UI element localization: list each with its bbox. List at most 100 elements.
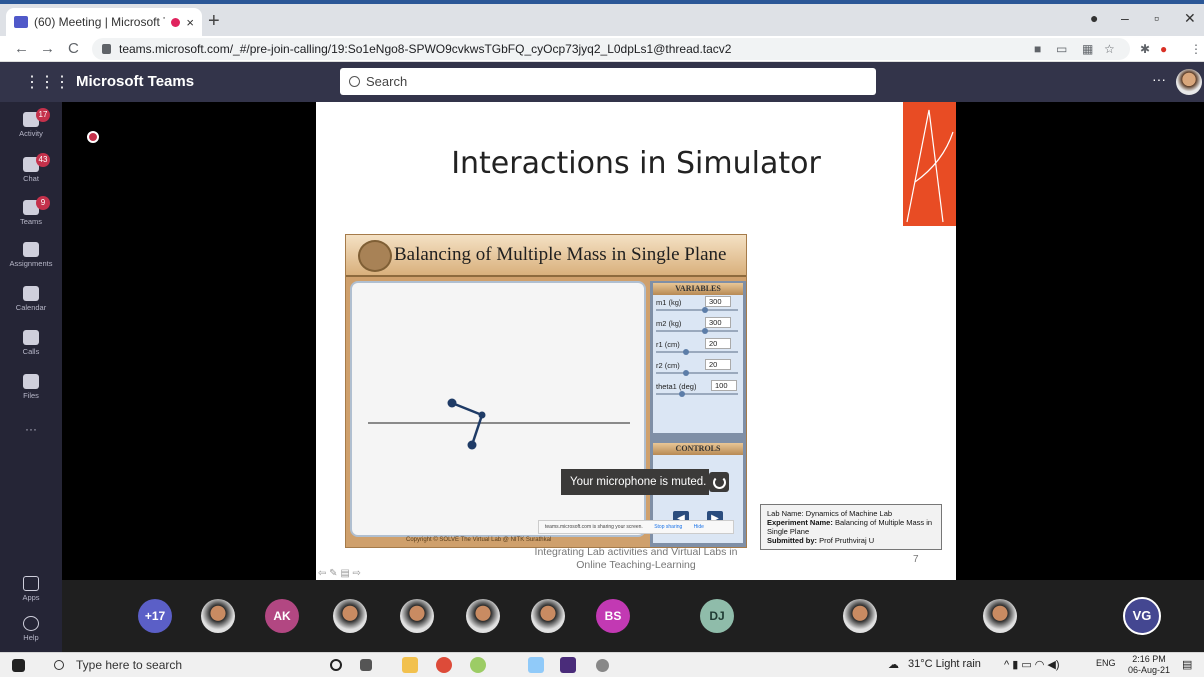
simulator-header: Balancing of Multiple Mass in Single Pla… xyxy=(346,235,746,277)
rail-item-teams[interactable]: 9 Teams xyxy=(0,196,62,226)
rail-label: Calls xyxy=(22,347,40,356)
self-avatar[interactable]: VG xyxy=(1123,597,1161,635)
rail-more-button[interactable]: ··· xyxy=(0,422,62,436)
slider-knob[interactable] xyxy=(701,328,708,334)
forward-button[interactable]: → xyxy=(40,40,55,57)
variables-header: VARIABLES xyxy=(653,283,743,295)
rail-item-chat[interactable]: 43 Chat xyxy=(0,153,62,183)
variable-value-field[interactable]: 300 xyxy=(705,317,731,328)
rail-item-assignments[interactable]: Assignments xyxy=(0,242,62,268)
participant-avatar[interactable] xyxy=(201,599,235,633)
camera-icon[interactable]: ■ xyxy=(1034,42,1041,56)
lab-name: Dynamics of Machine Lab xyxy=(805,509,893,518)
search-input[interactable]: Search xyxy=(340,68,876,95)
rail-label: Apps xyxy=(22,593,40,602)
rail-label: Files xyxy=(23,391,39,400)
premiere-icon[interactable] xyxy=(560,657,576,673)
close-window-button[interactable]: ✕ xyxy=(1184,10,1196,27)
cast-icon[interactable]: ▭ xyxy=(1056,42,1067,56)
participant-avatar[interactable] xyxy=(333,599,367,633)
back-button[interactable]: ← xyxy=(14,40,29,57)
clock[interactable]: 2:16 PM 06-Aug-21 xyxy=(1124,654,1174,676)
hide-button[interactable]: Hide xyxy=(694,524,704,530)
variable-value-field[interactable]: 300 xyxy=(705,296,731,307)
url-field[interactable]: teams.microsoft.com/_#/pre-join-calling/… xyxy=(92,38,1130,60)
minimize-button[interactable]: – xyxy=(1121,10,1129,26)
variable-value-field[interactable]: 20 xyxy=(705,338,731,349)
app-icon[interactable] xyxy=(470,657,486,673)
slider-knob[interactable] xyxy=(701,307,708,313)
participant-avatar-initials[interactable]: AK xyxy=(265,599,299,633)
rail-label: Calendar xyxy=(15,303,47,312)
tab-close-button[interactable]: × xyxy=(186,15,194,30)
bookmark-star-icon[interactable]: ☆ xyxy=(1104,42,1115,56)
app-icon[interactable] xyxy=(528,657,544,673)
participant-avatar[interactable] xyxy=(531,599,565,633)
profile-avatar-icon[interactable]: ● xyxy=(1160,42,1167,56)
rail-item-activity[interactable]: 17 Activity xyxy=(0,108,62,138)
settings-gear-icon[interactable] xyxy=(596,659,609,672)
slider-knob[interactable] xyxy=(678,391,685,397)
variable-slider[interactable] xyxy=(656,393,738,395)
browser-tab-strip: (60) Meeting | Microsoft Tea × + ● – ▫ ✕ xyxy=(0,0,1204,36)
menu-kebab-icon[interactable]: ⋮ xyxy=(1190,42,1202,56)
recording-indicator-icon xyxy=(171,17,181,27)
search-icon xyxy=(54,660,64,670)
more-options-button[interactable]: ··· xyxy=(1152,71,1166,87)
extensions-puzzle-icon[interactable]: ✱ xyxy=(1140,42,1150,56)
rail-item-calendar[interactable]: Calendar xyxy=(0,286,62,312)
rail-item-apps[interactable]: Apps xyxy=(0,576,62,602)
app-launcher-icon[interactable]: ⋮⋮⋮ xyxy=(24,72,70,92)
tray-icons[interactable]: ^ ▮ ▭ ◠ ◀) xyxy=(1004,658,1060,671)
reload-button[interactable]: C xyxy=(68,40,79,57)
overflow-participants-button[interactable]: +17 xyxy=(138,599,172,633)
weather-icon: ☁ xyxy=(888,659,899,671)
slider-knob[interactable] xyxy=(682,370,689,376)
participant-avatar[interactable] xyxy=(983,599,1017,633)
extension-grid-icon[interactable]: ▦ xyxy=(1082,42,1093,56)
unmute-button[interactable] xyxy=(709,472,729,492)
notification-center-icon[interactable]: ▤ xyxy=(1182,658,1192,671)
participant-avatar[interactable] xyxy=(400,599,434,633)
participant-avatar-initials[interactable]: DJ xyxy=(700,599,734,633)
user-avatar[interactable] xyxy=(1176,69,1202,95)
calendar-icon xyxy=(23,286,39,301)
variable-slider[interactable] xyxy=(656,330,738,332)
variable-value-field[interactable]: 20 xyxy=(705,359,731,370)
restore-button[interactable]: ▫ xyxy=(1154,10,1159,26)
slide-footer-line: Online Teaching-Learning xyxy=(576,559,696,571)
participant-avatar[interactable] xyxy=(843,599,877,633)
variable-value-field[interactable]: 100 xyxy=(711,380,737,391)
lab-info-box: Lab Name: Dynamics of Machine Lab Experi… xyxy=(760,504,942,550)
task-view-icon[interactable] xyxy=(360,659,372,671)
chat-badge: 43 xyxy=(36,153,50,167)
rail-label: Assignments xyxy=(9,259,53,268)
slide-nav-tools[interactable]: ⇦ ✎ ▤ ⇨ xyxy=(318,568,361,579)
stop-sharing-button[interactable]: Stop sharing xyxy=(654,524,682,530)
new-tab-button[interactable]: + xyxy=(208,11,220,31)
participant-avatar[interactable] xyxy=(466,599,500,633)
rail-item-help[interactable]: Help xyxy=(0,616,62,642)
file-explorer-icon[interactable] xyxy=(402,657,418,673)
browser-tab[interactable]: (60) Meeting | Microsoft Tea × xyxy=(6,8,202,36)
weather-text[interactable]: 31°C Light rain xyxy=(908,658,981,670)
app-title: Microsoft Teams xyxy=(76,73,195,90)
variable-slider[interactable] xyxy=(656,351,738,353)
variable-slider[interactable] xyxy=(656,309,738,311)
rail-label: Help xyxy=(23,633,39,642)
clock-time: 2:16 PM xyxy=(1132,654,1166,664)
language-indicator[interactable]: ENG xyxy=(1096,658,1116,668)
variable-slider[interactable] xyxy=(656,372,738,374)
profile-circle-icon[interactable]: ● xyxy=(1090,10,1098,26)
windows-start-icon[interactable] xyxy=(12,659,25,672)
slider-knob[interactable] xyxy=(682,349,689,355)
rail-item-files[interactable]: Files xyxy=(0,374,62,400)
submitted-by: Prof Pruthviraj U xyxy=(819,536,875,545)
cortana-icon[interactable] xyxy=(330,659,342,671)
rail-item-calls[interactable]: Calls xyxy=(0,330,62,356)
slide-logo xyxy=(903,102,956,226)
participant-avatar-initials[interactable]: BS xyxy=(596,599,630,633)
taskbar-search-input[interactable]: Type here to search xyxy=(38,653,308,677)
address-bar-row: ← → C teams.microsoft.com/_#/pre-join-ca… xyxy=(0,36,1204,62)
chrome-icon[interactable] xyxy=(436,657,452,673)
